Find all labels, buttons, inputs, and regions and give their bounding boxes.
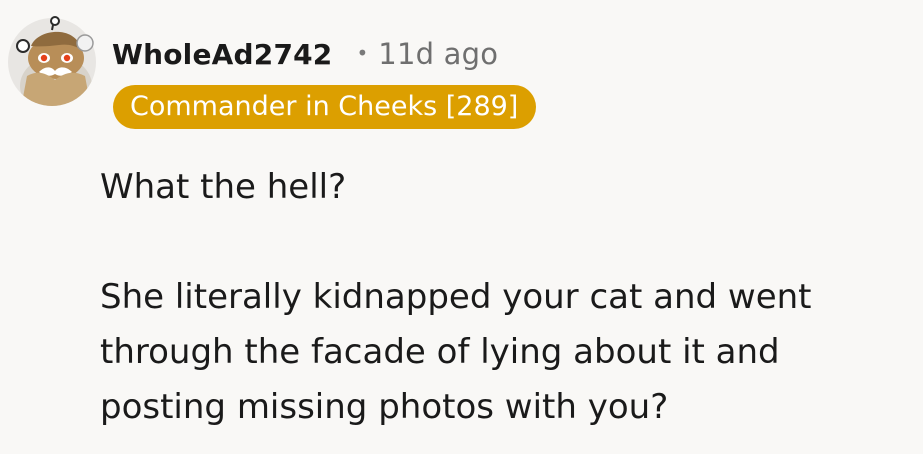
comment-line: posting missing photos with you? (100, 387, 669, 427)
comment-line: She literally kidnapped your cat and wen… (100, 277, 812, 317)
meta-separator: • (356, 41, 369, 65)
comment-timestamp[interactable]: 11d ago (378, 37, 498, 71)
comment-header: WholeAd2742 • 11d ago (112, 30, 498, 78)
user-avatar-icon[interactable] (6, 16, 98, 108)
comment-body: What the hell? She literally kidnapped y… (100, 160, 900, 435)
user-flair-badge: Commander in Cheeks [289] (113, 85, 537, 129)
comment-paragraph: What the hell? (100, 167, 347, 207)
comment-paragraph: She literally kidnapped your cat and wen… (100, 270, 900, 435)
author-username[interactable]: WholeAd2742 (112, 38, 333, 71)
comment: WholeAd2742 • 11d ago Commander in Cheek… (0, 0, 923, 454)
comment-line: through the facade of lying about it and (100, 332, 780, 372)
